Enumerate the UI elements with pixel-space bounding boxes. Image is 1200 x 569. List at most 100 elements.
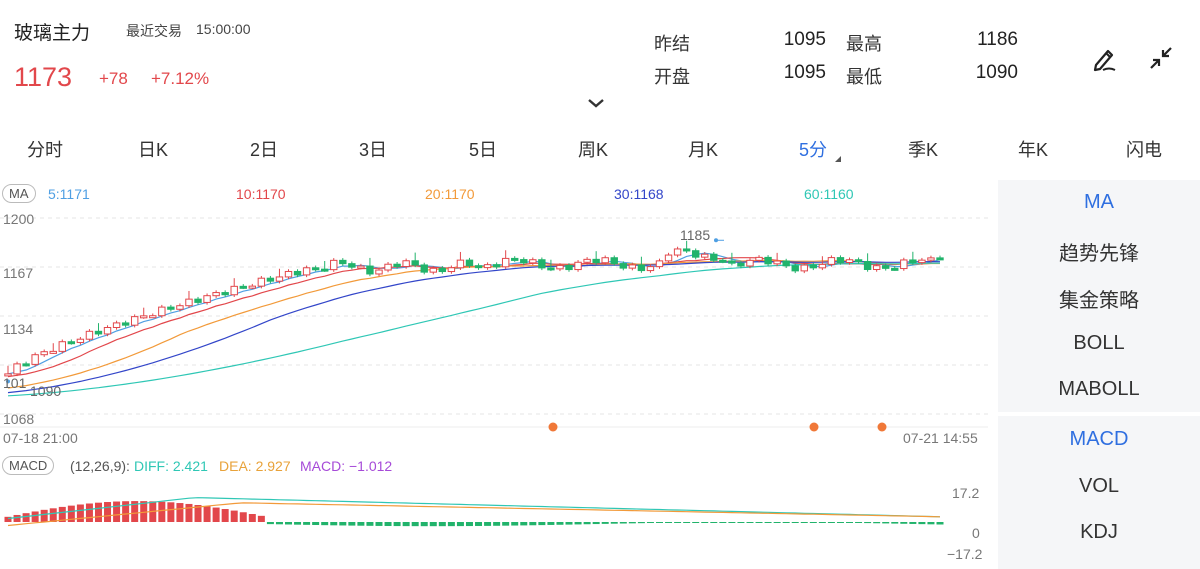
indicator-boll[interactable]: BOLL [998,332,1200,355]
macd-histogram-bar [583,522,591,525]
instrument-title: 玻璃主力 [14,23,91,44]
candle-body [230,285,238,296]
tab-5day[interactable]: 5日 [469,136,497,162]
candle-body [239,285,247,289]
candle-body [691,250,700,258]
macd-histogram-bar [882,522,890,524]
macd-histogram-bar [312,522,320,526]
candle-body [927,257,935,261]
ma-indicator-tag[interactable]: MA [2,184,36,203]
macd-histogram-bar [610,522,618,524]
candle-body [130,316,139,326]
candle-body [411,260,419,266]
macd-histogram-bar [809,522,817,523]
candle-body [646,266,655,272]
candle-body [302,267,311,276]
candle-body [728,260,736,264]
candle-body [76,338,85,343]
candle-body [311,267,320,271]
tab-2day[interactable]: 2日 [250,136,278,162]
candle-body [393,263,401,268]
candle-body [511,257,519,261]
open-value: 1095 [783,62,826,83]
tab-month-k[interactable]: 月K [688,136,718,162]
macd-histogram-bar [529,522,537,526]
candle-body [863,260,872,270]
macd-histogram-bar [285,522,293,525]
ma60-line [7,262,941,397]
prev-close-label: 昨结 [654,34,690,54]
macd-histogram-bar [764,522,772,523]
tab-fenshi[interactable]: 分时 [27,136,63,162]
macd-histogram-bar [728,522,736,523]
macd-histogram-bar [846,522,854,523]
candle-body [194,298,202,303]
candle-body [619,263,628,269]
macd-indicator-tag[interactable]: MACD [2,456,55,475]
candle-body [158,306,166,317]
candle-body [176,305,184,310]
pen-icon[interactable] [1086,40,1122,76]
indicator-macd[interactable]: MACD [998,428,1200,451]
indicator-trend-pioneer[interactable]: 趋势先锋 [998,237,1200,266]
macd-histogram-bar [257,515,265,522]
event-dot [877,422,887,432]
macd-histogram-bar [402,522,410,527]
tab-quarter-k[interactable]: 季K [908,136,938,162]
candle-body [112,322,121,328]
macd-histogram-bar [4,516,12,522]
candle-body [483,264,492,269]
price-axis-1200: 1200 [3,211,35,227]
macd-histogram-bar [122,501,130,522]
candle-body [520,259,528,264]
candle-body [845,259,854,264]
collapse-icon[interactable] [1143,40,1179,76]
candle-body [49,350,57,354]
macd-axis-top: 17.2 [952,485,980,501]
candle-body [348,263,356,268]
tab-3day[interactable]: 3日 [359,136,387,162]
macd-chart[interactable] [0,480,990,569]
macd-histogram-bar [429,522,437,527]
tab-5min[interactable]: 5分 [799,136,827,162]
candle-body [67,341,76,345]
candle-body [149,315,157,319]
macd-histogram-bar [31,511,39,522]
candle-body [610,257,618,265]
candle-body [284,270,293,278]
candle-body [221,292,229,296]
candle-body [384,263,392,271]
candlestick-chart[interactable] [0,206,990,451]
macd-histogram-bar [601,522,609,524]
tab-dropdown-indicator[interactable] [835,156,841,162]
tab-year-k[interactable]: 年K [1018,136,1048,162]
chevron-down-icon[interactable] [586,96,606,110]
tab-flash[interactable]: 闪电 [1126,136,1162,162]
tab-week-k[interactable]: 周K [578,136,608,162]
indicator-kdj[interactable]: KDJ [998,521,1200,544]
indicator-ma[interactable]: MA [998,191,1200,214]
time-axis-end: 07-21 14:55 [903,430,978,446]
prev-close-value: 1095 [783,29,826,50]
indicator-maboll[interactable]: MABOLL [998,378,1200,401]
macd-histogram-bar [49,508,57,522]
macd-histogram-bar [646,522,654,524]
candle-body [737,262,745,267]
candle-body [22,363,30,367]
indicator-vol[interactable]: VOL [998,475,1200,498]
candle-body [31,354,39,365]
macd-histogram-bar [221,509,229,522]
macd-histogram-bar [212,507,220,522]
macd-histogram-bar [94,502,102,522]
macd-histogram-bar [909,522,917,524]
macd-histogram-bar [827,522,835,523]
candle-body [574,261,582,271]
price-axis-1167: 1167 [3,265,34,281]
time-axis-start: 07-18 21:00 [3,430,78,446]
macd-histogram-bar [855,522,863,523]
tab-day-k[interactable]: 日K [138,136,168,162]
ma10-line [7,257,941,378]
candle-body [547,267,555,271]
candle-body [565,264,573,271]
indicator-gold-strategy[interactable]: 集金策略 [998,284,1200,313]
